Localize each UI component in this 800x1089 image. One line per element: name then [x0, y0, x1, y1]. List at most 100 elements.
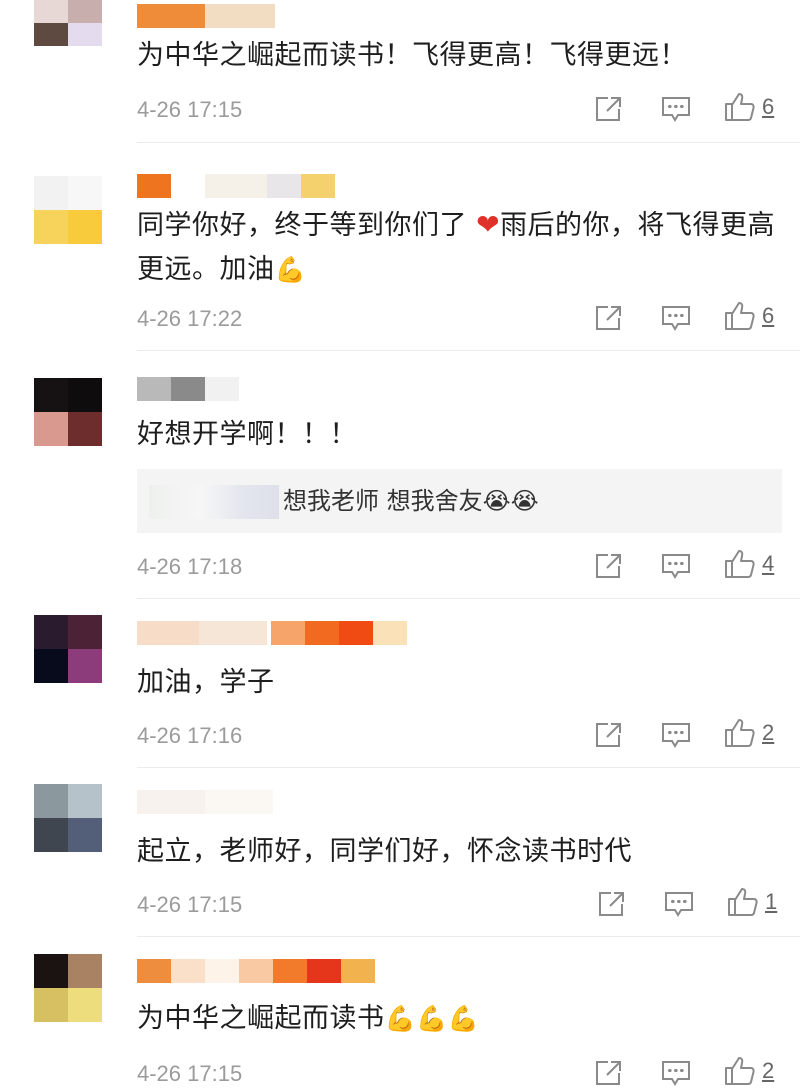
avatar-block: [68, 0, 102, 23]
reply-icon[interactable]: [661, 551, 691, 581]
avatar-block: [68, 784, 102, 818]
avatar-block: [68, 988, 102, 1022]
avatar-block: [34, 954, 68, 988]
username-block: [205, 790, 273, 814]
username-block: [339, 621, 373, 645]
like-button[interactable]: 6: [724, 301, 774, 331]
username[interactable]: [137, 621, 407, 645]
avatar-block: [68, 649, 102, 683]
username-block: [305, 621, 339, 645]
username-block: [171, 959, 205, 983]
avatar[interactable]: [34, 954, 102, 1022]
like-count: 4: [762, 551, 775, 576]
comment-item: 为中华之崛起而读书！飞得更高！飞得更远！ 4-26 17:15 6: [0, 0, 800, 143]
username-block: [137, 621, 199, 645]
avatar-block: [34, 818, 68, 852]
avatar-block: [68, 615, 102, 649]
like-count: 6: [762, 303, 775, 328]
share-icon[interactable]: [594, 720, 624, 750]
like-count: 6: [762, 94, 775, 119]
comment-time: 4-26 17:15: [137, 97, 243, 122]
reply-icon[interactable]: [661, 1058, 691, 1088]
username-block: [271, 621, 305, 645]
comment-text: 同学你好，终于等到你们了 ❤雨后的你，将飞得更高更远。加油💪: [137, 203, 787, 292]
avatar[interactable]: [34, 176, 102, 244]
username-block: [137, 174, 171, 198]
avatar-block: [68, 954, 102, 988]
avatar-block: [34, 615, 68, 649]
avatar[interactable]: [34, 784, 102, 852]
avatar-block: [68, 412, 102, 446]
comment-text: 好想开学啊！！！: [137, 419, 357, 450]
username-block: [137, 790, 205, 814]
comment-time: 4-26 17:18: [137, 554, 243, 579]
username-block: [205, 174, 267, 198]
username-block: [239, 959, 273, 983]
avatar-block: [68, 23, 102, 46]
like-icon: [724, 1056, 756, 1086]
like-button[interactable]: 2: [724, 1056, 774, 1086]
username-block: [273, 959, 307, 983]
avatar-block: [34, 176, 68, 210]
comment-item: 同学你好，终于等到你们了 ❤雨后的你，将飞得更高更远。加油💪 4-26 17:2…: [0, 143, 800, 351]
like-count: 2: [762, 720, 775, 745]
comment-time: 4-26 17:16: [137, 723, 243, 748]
like-icon: [724, 301, 756, 331]
username-block: [205, 959, 239, 983]
share-icon[interactable]: [594, 551, 624, 581]
like-count: 2: [762, 1058, 775, 1083]
reply-icon[interactable]: [661, 94, 691, 124]
username[interactable]: [137, 790, 273, 814]
username-block: [307, 959, 341, 983]
comment-item: 好想开学啊！！！ 想我老师 想我舍友😭😭 4-26 17:18 4: [0, 351, 800, 599]
comment-item: 起立，老师好，同学们好，怀念读书时代 4-26 17:15 1: [0, 768, 800, 937]
username-block: [301, 174, 335, 198]
comment-time: 4-26 17:22: [137, 306, 243, 331]
share-icon[interactable]: [594, 303, 624, 333]
avatar[interactable]: [34, 615, 102, 683]
comment-time: 4-26 17:15: [137, 892, 243, 917]
like-button[interactable]: 2: [724, 718, 774, 748]
username[interactable]: [137, 959, 375, 983]
like-button[interactable]: 4: [724, 549, 774, 579]
share-icon[interactable]: [594, 1058, 624, 1088]
username[interactable]: [137, 174, 335, 198]
share-icon[interactable]: [594, 94, 624, 124]
avatar-block: [68, 176, 102, 210]
like-count: 1: [765, 889, 778, 914]
like-icon: [724, 718, 756, 748]
reply-preview[interactable]: 想我老师 想我舍友😭😭: [137, 469, 782, 533]
username[interactable]: [137, 377, 239, 401]
username-block: [341, 959, 375, 983]
avatar[interactable]: [34, 0, 102, 46]
comment-text-part: 为中华之崛起而读书: [137, 1003, 385, 1034]
username[interactable]: [137, 4, 275, 28]
reply-username[interactable]: [149, 485, 279, 519]
reply-text: 想我老师 想我舍友😭😭: [283, 487, 539, 515]
username-block: [171, 174, 205, 198]
like-button[interactable]: 6: [724, 92, 774, 122]
avatar-block: [34, 988, 68, 1022]
reply-icon[interactable]: [664, 889, 694, 919]
comment-text: 为中华之崛起而读书！飞得更高！飞得更远！: [137, 40, 687, 71]
avatar-block: [34, 378, 68, 412]
comment-text: 起立，老师好，同学们好，怀念读书时代: [137, 836, 632, 867]
comment-item: 为中华之崛起而读书💪💪💪 4-26 17:15 2: [0, 937, 800, 1089]
avatar[interactable]: [34, 378, 102, 446]
username-block: [137, 959, 171, 983]
reply-icon[interactable]: [661, 720, 691, 750]
reply-icon[interactable]: [661, 303, 691, 333]
avatar-block: [34, 649, 68, 683]
username-block: [171, 377, 205, 401]
muscle-emoji-icon: 💪💪💪: [384, 1004, 480, 1033]
comment-time: 4-26 17:15: [137, 1061, 243, 1086]
avatar-block: [34, 412, 68, 446]
username-block: [267, 174, 301, 198]
comment-text: 加油，学子: [137, 667, 275, 698]
comment-text-part: 同学你好，终于等到你们了: [137, 210, 467, 241]
heart-icon: ❤: [476, 208, 501, 241]
like-button[interactable]: 1: [727, 887, 777, 917]
share-icon[interactable]: [597, 889, 627, 919]
avatar-block: [68, 210, 102, 244]
username-block: [205, 377, 239, 401]
